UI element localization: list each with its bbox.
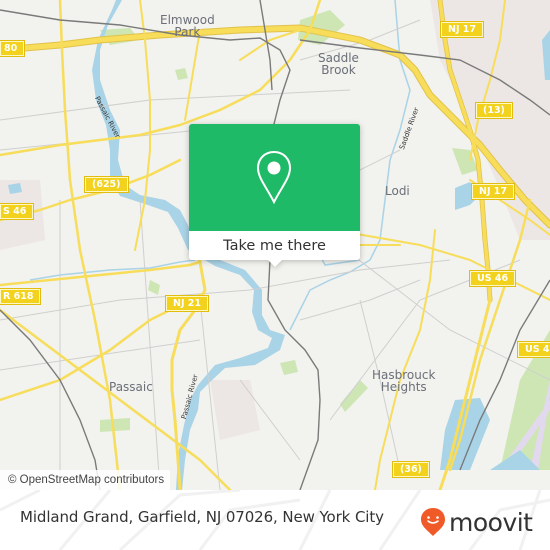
moovit-pin-icon [421, 508, 445, 536]
road-shield-nj17: NJ 17 [441, 22, 484, 37]
road-shield-route-618: R 618 [0, 289, 41, 304]
street [0, 89, 351, 121]
place-label-line: Passaic [109, 380, 153, 394]
place-label-line: Heights [380, 380, 427, 394]
park [148, 280, 160, 295]
map[interactable]: Elmwood Park Saddle Brook Lodi Passaic H… [0, 0, 550, 490]
road-shield-i80: 80 [0, 41, 25, 56]
place-label-hasbrouck-heights: Hasbrouck Heights [372, 369, 435, 393]
road-shield-route-36: (36) [393, 462, 429, 477]
railway [267, 259, 321, 490]
road [374, 229, 436, 490]
railway [0, 309, 101, 490]
road-shield-us46-east: US 46 [518, 342, 550, 357]
place-label-line: Brook [321, 63, 356, 77]
road-shield-route-13: (13) [476, 103, 512, 118]
road [239, 29, 301, 61]
map-pin-icon [256, 150, 292, 205]
place-label-saddle-brook: Saddle Brook [318, 52, 359, 76]
place-label-line: Lodi [385, 184, 410, 198]
location-address: Midland Grand, Garfield, NJ 07026, New Y… [20, 508, 384, 526]
moovit-logo[interactable]: moovit [420, 507, 533, 537]
stream [29, 259, 196, 281]
park [100, 418, 130, 432]
place-label-line: Park [174, 25, 201, 39]
park [340, 380, 368, 412]
road-shield-nj21: NJ 21 [166, 296, 209, 311]
take-me-there-button[interactable]: Take me there [189, 231, 360, 260]
nj21 [170, 243, 207, 490]
urban-area [210, 380, 260, 440]
popup-header [189, 124, 360, 231]
park [175, 68, 188, 80]
route-618 [0, 260, 202, 287]
road-shield-nj17-south: NJ 17 [472, 184, 515, 199]
map-attribution[interactable]: © OpenStreetMap contributors [0, 470, 171, 490]
footer: Midland Grand, Garfield, NJ 07026, New Y… [0, 490, 550, 550]
popup-pointer [267, 259, 283, 267]
road [184, 29, 201, 121]
place-label-elmwood-park: Elmwood Park [160, 14, 215, 38]
road-shield-us46-west: S 46 [0, 204, 34, 219]
moovit-wordmark: moovit [449, 507, 533, 537]
place-label-passaic: Passaic [109, 381, 153, 393]
park [280, 360, 298, 375]
road-shield-route-625: (625) [85, 177, 128, 192]
place-label-lodi: Lodi [385, 185, 410, 197]
street [139, 199, 161, 490]
road-shield-us46: US 46 [470, 271, 516, 286]
road-north-south [58, 0, 122, 490]
location-popup: Take me there [189, 124, 360, 267]
